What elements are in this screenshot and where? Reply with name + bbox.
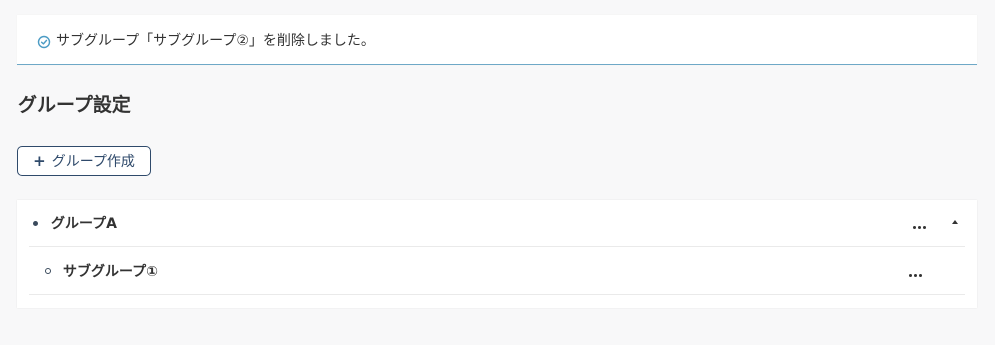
caret-up-icon <box>952 220 958 224</box>
dot <box>917 225 921 229</box>
group-name: グループA <box>51 216 117 232</box>
bullet-icon <box>33 220 38 226</box>
group-row[interactable]: グループA <box>29 200 965 247</box>
group-list: グループA サブグループ① <box>17 200 977 308</box>
subgroup-row[interactable]: サブグループ① <box>29 248 965 295</box>
plus-icon: + <box>33 152 46 170</box>
collapse-toggle-button[interactable] <box>949 216 961 228</box>
subgroup-more-menu-button[interactable] <box>905 268 925 282</box>
dot <box>908 273 912 277</box>
dot <box>912 225 916 229</box>
page-title: グループ設定 <box>18 94 131 116</box>
create-group-button[interactable]: + グループ作成 <box>17 146 151 176</box>
check-circle-icon <box>37 35 51 49</box>
group-more-menu-button[interactable] <box>909 220 929 234</box>
subgroup-name: サブグループ① <box>63 264 159 280</box>
create-group-button-label: グループ作成 <box>51 154 135 170</box>
dot <box>913 273 917 277</box>
hollow-bullet-icon <box>45 268 51 274</box>
dot <box>922 225 926 229</box>
success-notice: サブグループ「サブグループ②」を削除しました。 <box>17 15 977 65</box>
dot <box>918 273 922 277</box>
notice-message: サブグループ「サブグループ②」を削除しました。 <box>56 32 375 49</box>
